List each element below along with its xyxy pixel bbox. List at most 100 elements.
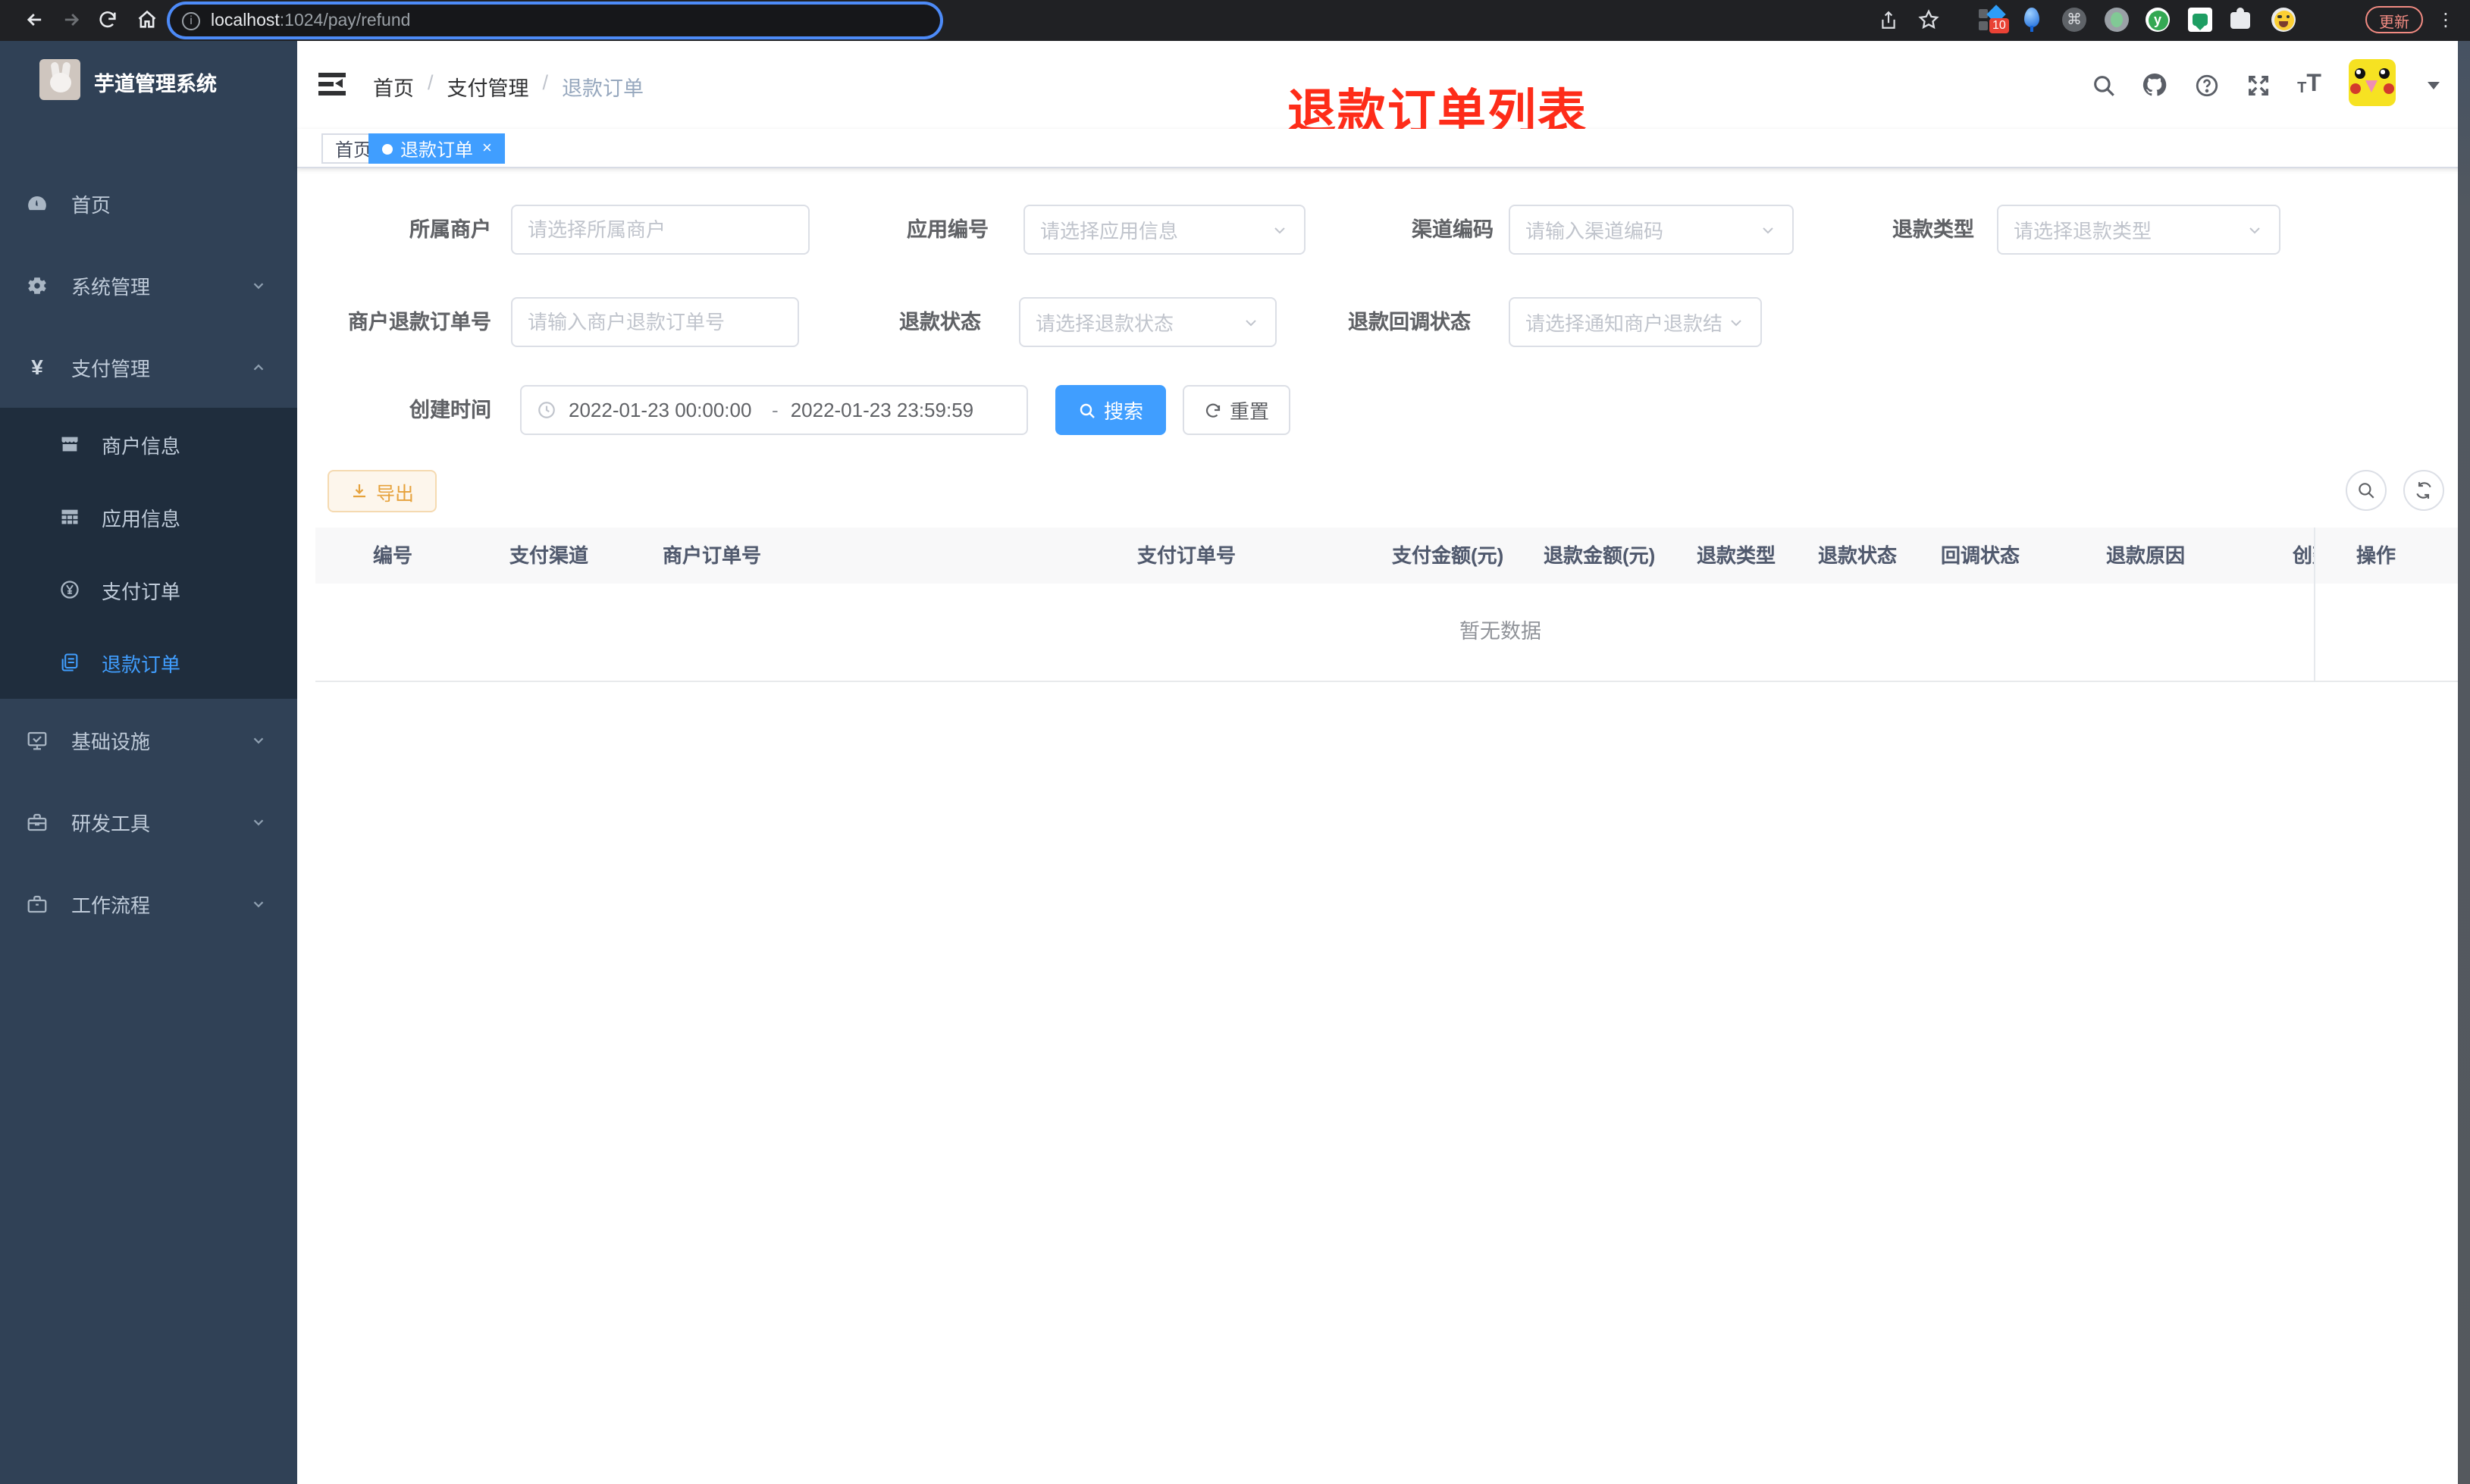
- extension-y-icon[interactable]: y: [2146, 8, 2170, 32]
- sidebar-item-dev-tools[interactable]: 研发工具: [0, 781, 297, 863]
- user-avatar[interactable]: [2349, 59, 2396, 106]
- share-icon[interactable]: [1874, 6, 1901, 33]
- channel-select-placeholder: 请输入渠道编码: [1525, 220, 1664, 243]
- export-button[interactable]: 导出: [328, 470, 437, 512]
- github-icon[interactable]: [2141, 71, 2168, 99]
- sidebar-item-refund-order[interactable]: 退款订单: [0, 626, 297, 699]
- merchant-input[interactable]: [511, 205, 810, 255]
- sidebar-item-label: 基础设施: [71, 730, 151, 753]
- sidebar: 芋道管理系统 首页 系统管理 ¥ 支付管理 商户信息 应用信息 支付订单 退款订…: [0, 41, 297, 1484]
- refund-status-select[interactable]: 请选择退款状态: [1019, 297, 1277, 347]
- sidebar-item-infra[interactable]: 基础设施: [0, 699, 297, 781]
- sidebar-logo[interactable]: 芋道管理系统: [0, 56, 297, 132]
- merchant-input-field[interactable]: [528, 218, 793, 241]
- col-pay-amount[interactable]: 支付金额(元): [1392, 528, 1503, 584]
- collapse-sidebar-icon[interactable]: [318, 73, 346, 95]
- shop-icon: [59, 434, 80, 455]
- filter-label-refund-status: 退款状态: [899, 311, 981, 333]
- filter-label-merchant: 所属商户: [409, 218, 491, 241]
- extension-chat-icon[interactable]: [2188, 8, 2212, 32]
- chevron-down-icon: [250, 277, 267, 293]
- empty-text: 暂无数据: [1459, 620, 1541, 643]
- col-refund-reason[interactable]: 退款原因: [2106, 528, 2185, 584]
- col-create-time[interactable]: 创建时间: [2293, 528, 2315, 584]
- channel-select[interactable]: 请输入渠道编码: [1509, 205, 1794, 255]
- extension-emoji-icon[interactable]: [2271, 8, 2296, 32]
- col-pay-order-no[interactable]: 支付订单号: [1137, 528, 1236, 584]
- filter-label-refund-type: 退款类型: [1892, 218, 1974, 241]
- col-id[interactable]: 编号: [373, 528, 412, 584]
- filter-label-app: 应用编号: [907, 218, 989, 241]
- refresh-button[interactable]: [2403, 470, 2444, 511]
- col-refund-type[interactable]: 退款类型: [1697, 528, 1776, 584]
- date-start-value[interactable]: 2022-01-23 00:00:00: [569, 399, 760, 421]
- col-refund-status[interactable]: 退款状态: [1818, 528, 1897, 584]
- refund-type-select[interactable]: 请选择退款类型: [1997, 205, 2280, 255]
- extension-tag-icon[interactable]: 10: [1979, 5, 2009, 33]
- merchant-refund-no-input[interactable]: [511, 297, 799, 347]
- address-bar[interactable]: i localhost:1024/pay/refund: [170, 5, 940, 36]
- breadcrumb-home[interactable]: 首页: [373, 71, 414, 102]
- browser-menu-icon[interactable]: ⋮: [2432, 6, 2459, 33]
- chevron-down-icon: [1271, 221, 1289, 239]
- yen-icon: ¥: [31, 355, 43, 379]
- sidebar-item-pay-order[interactable]: 支付订单: [0, 553, 297, 626]
- briefcase-icon: [26, 892, 49, 915]
- fullscreen-icon[interactable]: [2244, 71, 2271, 99]
- extension-balloon-icon[interactable]: [2020, 8, 2044, 32]
- col-actions[interactable]: 操作: [2356, 528, 2396, 584]
- filter-label-channel: 渠道编码: [1412, 218, 1494, 241]
- sidebar-item-label: 研发工具: [71, 812, 151, 834]
- tab-refund-order[interactable]: 退款订单 ×: [368, 133, 506, 164]
- page-scrollbar[interactable]: [2458, 41, 2470, 1484]
- browser-update-button[interactable]: 更新: [2365, 6, 2423, 33]
- reset-button-label: 重置: [1229, 400, 1269, 423]
- search-icon[interactable]: [2089, 71, 2117, 99]
- sidebar-item-app-info[interactable]: 应用信息: [0, 481, 297, 553]
- grid-icon: [59, 506, 80, 528]
- sidebar-item-home[interactable]: 首页: [0, 162, 297, 244]
- breadcrumb-separator: /: [428, 71, 434, 94]
- date-range-picker[interactable]: 2022-01-23 00:00:00 - 2022-01-23 23:59:5…: [520, 385, 1028, 435]
- tab-label: 首页: [335, 139, 372, 160]
- sidebar-item-label: 应用信息: [102, 507, 181, 530]
- merchant-refund-no-field[interactable]: [528, 311, 782, 333]
- extension-puzzle-icon[interactable]: [2229, 8, 2253, 32]
- bookmark-star-icon[interactable]: [1915, 6, 1942, 33]
- col-merchant-order-no[interactable]: 商户订单号: [663, 528, 761, 584]
- extension-green-dot-icon[interactable]: [2105, 8, 2129, 32]
- sidebar-item-label: 退款订单: [102, 653, 181, 675]
- browser-back-icon[interactable]: [21, 6, 49, 33]
- site-info-icon[interactable]: i: [182, 11, 200, 30]
- toggle-search-button[interactable]: [2346, 470, 2387, 511]
- col-callback-status[interactable]: 回调状态: [1941, 528, 2020, 584]
- search-button-label: 搜索: [1103, 400, 1143, 423]
- breadcrumb-current: 退款订单: [562, 77, 644, 100]
- sidebar-item-label: 首页: [71, 193, 111, 216]
- date-end-value[interactable]: 2022-01-23 23:59:59: [791, 399, 982, 421]
- browser-home-icon[interactable]: [133, 6, 161, 33]
- help-icon[interactable]: [2193, 71, 2220, 99]
- breadcrumb-payment[interactable]: 支付管理: [447, 71, 529, 102]
- font-size-icon[interactable]: TT: [2296, 71, 2323, 99]
- reset-button[interactable]: 重置: [1183, 385, 1290, 435]
- close-tab-icon[interactable]: ×: [482, 139, 492, 158]
- notify-status-select[interactable]: 请选择通知商户退款结果的: [1509, 297, 1762, 347]
- table-header: 编号 支付渠道 商户订单号 支付订单号 支付金额(元) 退款金额(元) 退款类型…: [315, 528, 2458, 584]
- search-button[interactable]: 搜索: [1055, 385, 1166, 435]
- logo-avatar: [39, 59, 80, 100]
- col-pay-channel[interactable]: 支付渠道: [509, 528, 588, 584]
- app-select-placeholder: 请选择应用信息: [1040, 220, 1179, 243]
- refund-type-placeholder: 请选择退款类型: [2014, 220, 2152, 243]
- sidebar-submenu-payment: 商户信息 应用信息 支付订单 退款订单: [0, 408, 297, 699]
- app-select[interactable]: 请选择应用信息: [1023, 205, 1306, 255]
- extension-command-icon[interactable]: ⌘: [2062, 8, 2086, 32]
- chevron-up-icon: [250, 358, 267, 375]
- sidebar-item-workflow[interactable]: 工作流程: [0, 863, 297, 944]
- chevron-down-icon: [1727, 313, 1745, 331]
- export-button-label: 导出: [375, 483, 414, 504]
- avatar-dropdown-caret-icon[interactable]: [2428, 82, 2440, 89]
- sidebar-item-merchant-info[interactable]: 商户信息: [0, 408, 297, 481]
- app-title: 芋道管理系统: [94, 73, 217, 95]
- col-refund-amount[interactable]: 退款金额(元): [1544, 528, 1655, 584]
